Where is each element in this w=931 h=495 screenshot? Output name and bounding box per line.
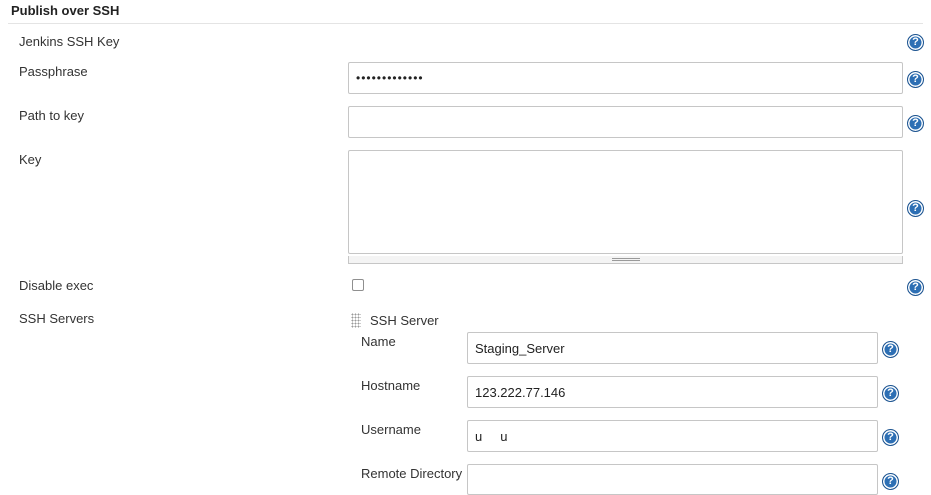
publish-over-ssh-config: Publish over SSH Jenkins SSH Key ? Passp… [0,0,931,495]
section-title: Publish over SSH [11,3,120,18]
disable-exec-label: Disable exec [19,278,94,293]
key-help-icon[interactable]: ? [907,200,924,217]
path-to-key-help-icon[interactable]: ? [907,115,924,132]
drag-bars-icon [611,258,640,261]
hostname-help-icon[interactable]: ? [882,385,899,402]
passphrase-input[interactable] [348,62,903,94]
jenkins-ssh-key-label: Jenkins SSH Key [19,34,120,49]
key-label: Key [19,152,42,167]
key-textarea[interactable] [348,150,903,254]
server-name-label: Name [361,334,396,349]
disable-exec-help-icon[interactable]: ? [907,279,924,296]
path-to-key-label: Path to key [19,108,85,123]
hostname-label: Hostname [361,378,421,393]
hostname-input[interactable] [467,376,878,408]
disable-exec-checkbox[interactable] [352,279,364,291]
passphrase-label: Passphrase [19,64,88,79]
username-input[interactable] [467,420,878,452]
username-label: Username [361,422,421,437]
ssh-server-title: SSH Server [370,313,439,328]
jenkins-ssh-key-help-icon[interactable]: ? [907,34,924,51]
textarea-expand-handle[interactable] [348,256,903,264]
remote-directory-help-icon[interactable]: ? [882,473,899,490]
drag-handle-icon[interactable] [351,313,361,328]
path-to-key-input[interactable] [348,106,903,138]
username-help-icon[interactable]: ? [882,429,899,446]
server-name-help-icon[interactable]: ? [882,341,899,358]
remote-directory-label: Remote Directory [361,466,463,481]
remote-directory-input[interactable] [467,464,878,495]
ssh-servers-label: SSH Servers [19,311,95,326]
section-divider [8,23,923,24]
passphrase-help-icon[interactable]: ? [907,71,924,88]
server-name-input[interactable] [467,332,878,364]
